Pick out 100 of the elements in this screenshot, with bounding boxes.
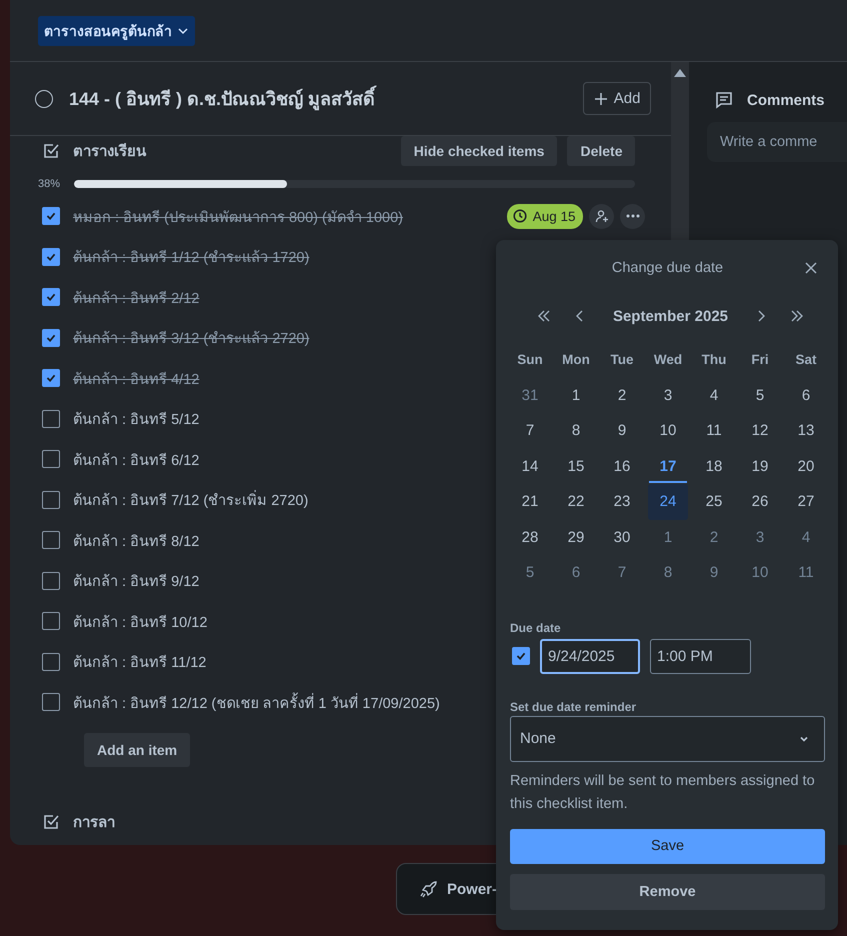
calendar-day[interactable]: 12 [737,413,783,448]
calendar-day[interactable]: 26 [737,484,783,520]
comment-field[interactable]: Write a comme [707,122,847,162]
calendar-day[interactable]: 7 [507,413,553,448]
reminder-label: Set due date reminder [510,700,638,714]
calendar-day[interactable]: 11 [783,555,829,590]
item-checkbox[interactable] [42,450,60,468]
calendar-day[interactable]: 2 [599,378,645,413]
calendar-day[interactable]: 2 [691,520,737,555]
calendar-day[interactable]: 9 [599,413,645,448]
calendar-day[interactable]: 9 [691,555,737,590]
calendar-day[interactable]: 21 [507,484,553,520]
item-checkbox[interactable] [42,207,60,226]
calendar-day[interactable]: 7 [599,555,645,590]
checklist-item[interactable]: ต้นกล้า : อินทรี 11/12 [73,650,206,674]
calendar-day[interactable]: 27 [783,484,829,520]
close-icon[interactable] [804,261,818,275]
complete-toggle[interactable] [35,90,53,108]
calendar-day[interactable]: 28 [507,520,553,555]
item-checkbox[interactable] [42,572,60,590]
hide-checked-button[interactable]: Hide checked items [400,136,558,166]
checklist-item[interactable]: ต้นกล้า : อินทรี 5/12 [73,407,200,430]
scroll-up-icon[interactable] [674,68,686,78]
calendar-day[interactable]: 4 [783,520,829,555]
calendar-day[interactable]: 8 [645,555,691,590]
calendar-day[interactable]: 31 [507,378,553,413]
calendar-day[interactable]: 29 [553,520,599,555]
checklist-item[interactable]: ต้นกล้า : อินทรี 10/12 [73,610,208,633]
calendar-day[interactable]: 19 [737,448,783,484]
calendar-day[interactable]: 6 [553,555,599,590]
calendar-day[interactable]: 17 [645,448,691,484]
calendar-day[interactable]: 24 [648,484,688,520]
card-title: 144 - ( อินทรี ) ด.ช.ปัณณวิชญ์ มูลสวัสดิ์ [69,84,583,113]
reminder-select[interactable]: None [510,716,825,762]
board-menu[interactable]: ตารางสอนครูต้นกล้า [38,16,195,46]
calendar-day[interactable]: 22 [553,484,599,520]
checklist-item[interactable]: ต้นกล้า : อินทรี 4/12 [73,366,200,390]
item-checkbox[interactable] [42,693,60,712]
plus-icon [594,92,608,106]
item-checkbox[interactable] [42,410,60,428]
item-checkbox[interactable] [42,490,60,509]
calendar-day[interactable]: 16 [599,448,645,484]
item-checkbox[interactable] [42,531,60,550]
calendar-day[interactable]: 10 [737,555,783,590]
checklist-item[interactable]: ต้นกล้า : อินทรี 2/12 [73,286,200,309]
due-date-badge[interactable]: Aug 15 [506,204,584,229]
calendar-day[interactable]: 25 [691,484,737,520]
item-checkbox[interactable] [42,328,60,347]
item-checkbox[interactable] [42,369,60,388]
add-button[interactable]: Add [582,82,652,115]
next-year-icon[interactable] [790,309,804,323]
weekday-label: Fri [750,351,770,370]
clock-icon [512,209,527,224]
calendar-day[interactable]: 3 [645,378,691,413]
more-icon[interactable] [620,204,646,229]
weekday-label: Tue [610,351,634,370]
due-date-checkbox[interactable] [512,647,530,665]
due-date-label: Due date [510,620,562,634]
checklist-item[interactable]: ต้นกล้า : อินทรี 12/12 (ชดเชย ลาครั้งที่ 1 วันที่ 17/09/2025) [73,690,440,714]
calendar-day[interactable]: 20 [783,448,829,484]
previous-year-icon[interactable] [537,309,551,323]
checklist-item[interactable]: ต้นกล้า : อินทรี 8/12 [73,528,200,552]
item-checkbox[interactable] [42,288,60,306]
weekday-label: Thu [700,351,728,370]
calendar-day[interactable]: 14 [507,448,553,484]
comments-title: Comments [747,92,825,108]
date-field[interactable]: 9/24/2025 [540,638,640,674]
calendar-day[interactable]: 1 [645,520,691,555]
checklist-item[interactable]: ต้นกล้า : อินทรี 9/12 [73,569,200,592]
progress-percent: 38% [38,178,62,190]
save-button[interactable]: Save [510,828,825,864]
checklist-item[interactable]: ต้นกล้า : อินทรี 6/12 [73,448,200,471]
calendar-day[interactable]: 15 [553,448,599,484]
calendar-day[interactable]: 4 [691,378,737,413]
calendar-day[interactable]: 18 [691,448,737,484]
calendar-day[interactable]: 8 [553,413,599,448]
item-checkbox[interactable] [42,248,60,266]
assign-member-icon[interactable] [589,204,614,229]
remove-button[interactable]: Remove [510,874,825,910]
item-checkbox[interactable] [42,612,60,630]
checklist-item[interactable]: ต้นกล้า : อินทรี 7/12 (ชำระเพิ่ม 2720) [73,488,308,512]
calendar-day[interactable]: 1 [553,378,599,413]
item-checkbox[interactable] [42,652,60,671]
checklist-item[interactable]: หมอก : อินทรี (ประเมินพัฒนาการ 800) (มัดจำ 1000) [73,204,403,228]
checklist-item[interactable]: ต้นกล้า : อินทรี 1/12 (ชำระแล้ว 1720) [73,245,310,268]
calendar-day[interactable]: 5 [737,378,783,413]
delete-button[interactable]: Delete [567,136,636,166]
checklist-item[interactable]: ต้นกล้า : อินทรี 3/12 (ชำระแล้ว 2720) [73,326,310,350]
reminder-help-text: Reminders will be sent to members assigned to this checklist item. [510,772,816,814]
add-item-button[interactable]: Add an item [84,732,190,766]
calendar-day[interactable]: 10 [645,413,691,448]
calendar-day[interactable]: 30 [599,520,645,555]
weekday-label: Sun [516,351,544,370]
calendar-day[interactable]: 13 [783,413,829,448]
calendar-day[interactable]: 23 [599,484,645,520]
calendar-day[interactable]: 3 [737,520,783,555]
calendar-day[interactable]: 11 [691,413,737,448]
time-field[interactable]: 1:00 PM [650,638,751,674]
calendar-day[interactable]: 6 [783,378,829,413]
calendar-day[interactable]: 5 [507,555,553,590]
